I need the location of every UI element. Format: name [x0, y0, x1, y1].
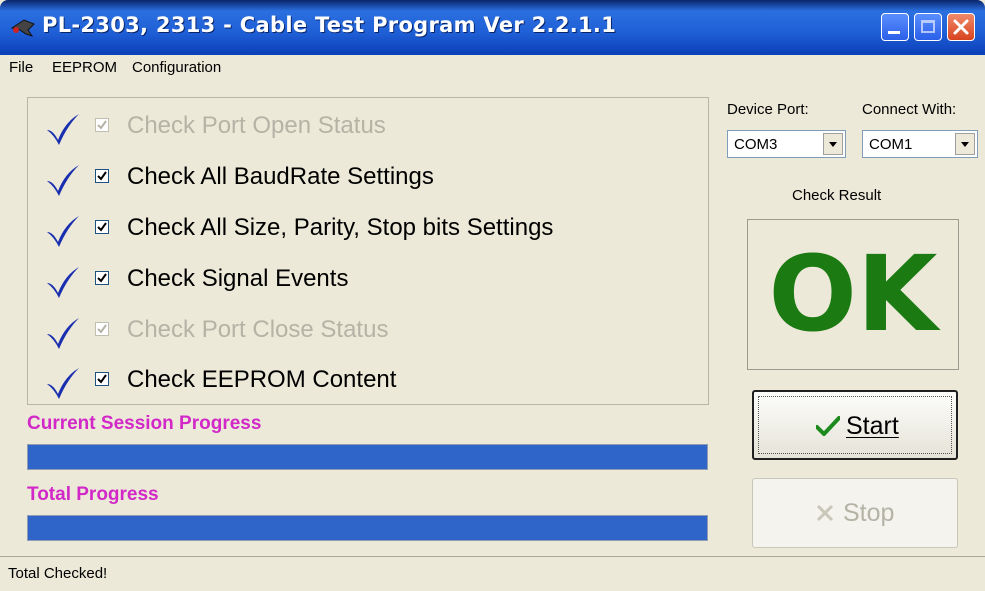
pass-check-icon — [47, 165, 79, 196]
checkbox-size-parity-stop[interactable] — [95, 220, 109, 234]
connect-with-value: COM1 — [869, 136, 913, 153]
menu-configuration[interactable]: Configuration — [132, 59, 221, 76]
total-progress-bar — [27, 515, 708, 541]
pass-check-icon — [47, 114, 79, 145]
total-progress-fill — [28, 516, 707, 540]
check-label: Check All Size, Parity, Stop bits Settin… — [127, 214, 554, 241]
check-label: Check Port Close Status — [127, 316, 389, 343]
checkbox-baudrate[interactable] — [95, 169, 109, 183]
window-title: PL-2303, 2313 - Cable Test Program Ver 2… — [42, 13, 617, 37]
check-item-baudrate: Check All BaudRate Settings — [45, 159, 685, 199]
check-label: Check All BaudRate Settings — [127, 163, 434, 190]
stop-button[interactable]: Stop — [752, 478, 958, 548]
current-progress-bar — [27, 444, 708, 470]
x-icon — [816, 504, 834, 522]
menu-file[interactable]: File — [9, 59, 33, 76]
minimize-icon[interactable] — [881, 13, 909, 41]
connect-with-select[interactable]: COM1 — [862, 130, 978, 158]
stop-label: Stop — [843, 499, 895, 527]
check-label: Check Signal Events — [127, 265, 349, 292]
check-item-port-open: Check Port Open Status — [45, 108, 685, 148]
check-label: Check EEPROM Content — [127, 366, 397, 393]
maximize-icon[interactable] — [914, 13, 942, 41]
pass-check-icon — [47, 368, 79, 399]
check-item-port-close: Check Port Close Status — [45, 312, 685, 352]
current-progress-fill — [28, 445, 707, 469]
close-icon[interactable] — [947, 13, 975, 41]
checkbox-signal-events[interactable] — [95, 271, 109, 285]
pass-check-icon — [47, 318, 79, 349]
status-bar: Total Checked! — [0, 556, 985, 591]
check-item-signal-events: Check Signal Events — [45, 261, 685, 301]
device-port-value: COM3 — [734, 136, 778, 153]
chevron-down-icon[interactable] — [823, 133, 843, 155]
checkbox-eeprom-content[interactable] — [95, 372, 109, 386]
current-progress-label: Current Session Progress — [27, 413, 262, 434]
app-window: PL-2303, 2313 - Cable Test Program Ver 2… — [0, 0, 985, 590]
device-port-select[interactable]: COM3 — [727, 130, 846, 158]
start-label: Start — [846, 412, 899, 440]
check-result-value: OK — [768, 233, 938, 355]
status-text: Total Checked! — [8, 565, 108, 582]
app-icon — [10, 19, 35, 37]
checkbox-port-open[interactable] — [95, 118, 109, 132]
connect-with-label: Connect With: — [862, 101, 957, 118]
total-progress-label: Total Progress — [27, 484, 159, 505]
check-label: Check Port Open Status — [127, 112, 386, 139]
menu-eeprom[interactable]: EEPROM — [52, 59, 117, 76]
chevron-down-icon[interactable] — [955, 133, 975, 155]
pass-check-icon — [47, 216, 79, 247]
menu-bar: File EEPROM Configuration — [0, 55, 985, 83]
check-item-eeprom-content: Check EEPROM Content — [45, 362, 685, 402]
check-result-box: OK — [747, 219, 959, 370]
check-result-label: Check Result — [792, 187, 882, 204]
title-bar[interactable]: PL-2303, 2313 - Cable Test Program Ver 2… — [0, 0, 985, 55]
start-button[interactable]: Start — [752, 390, 958, 460]
checkbox-port-close[interactable] — [95, 322, 109, 336]
device-port-label: Device Port: — [727, 101, 809, 118]
check-icon — [816, 416, 840, 436]
check-item-size-parity-stop: Check All Size, Parity, Stop bits Settin… — [45, 210, 685, 250]
pass-check-icon — [47, 267, 79, 298]
